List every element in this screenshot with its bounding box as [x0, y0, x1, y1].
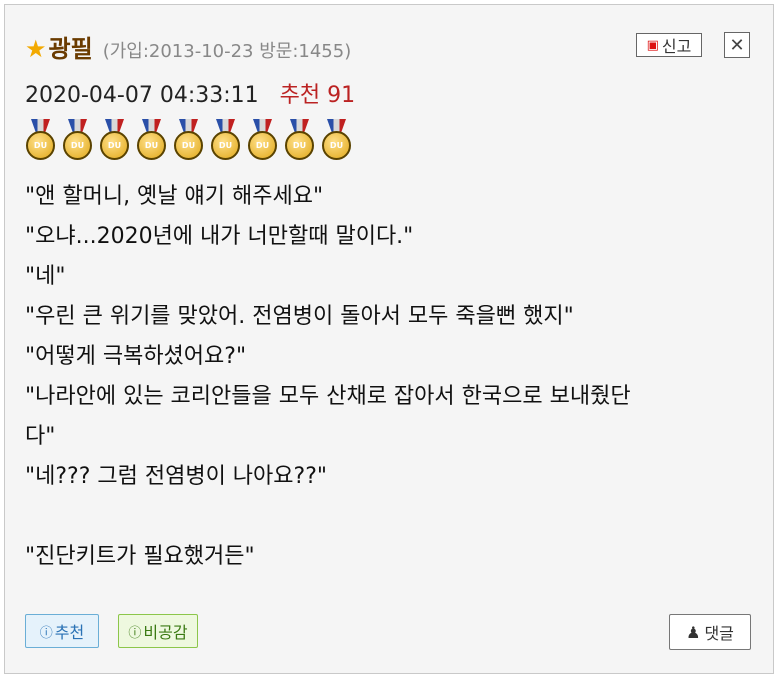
recommend-count: 추천 91 — [279, 83, 356, 108]
comment-line: "진단키트가 필요했거든" — [25, 544, 255, 569]
medal-icon: DU — [210, 119, 241, 163]
author-header: ★ 광필 (가입:2013-10-23 방문:1455) — [25, 29, 351, 63]
comment-line: 다" — [25, 424, 56, 449]
comment-body: "앤 할머니, 옛날 얘기 해주세요" "오냐...2020년에 내가 너만할때 … — [25, 177, 755, 577]
close-button[interactable]: ✕ — [724, 32, 750, 58]
info-circle-icon: ⓘ — [39, 625, 53, 641]
medal-row: DU DU DU DU DU DU DU DU DU — [25, 119, 352, 163]
medal-icon: DU — [173, 119, 204, 163]
author-nickname[interactable]: 광필 — [49, 29, 93, 64]
post-dateline: 2020-04-07 04:33:11 추천 91 — [25, 77, 355, 109]
lock-icon: ▣ — [646, 37, 659, 53]
comment-line — [25, 497, 755, 537]
disagree-label: 비공감 — [143, 623, 188, 642]
person-icon: ♟ — [686, 622, 701, 642]
comment-button[interactable]: ♟ 댓글 — [669, 614, 751, 650]
comment-line: "네" — [25, 264, 66, 289]
author-meta: (가입:2013-10-23 방문:1455) — [102, 41, 352, 62]
info-circle-icon: ⓘ — [128, 625, 142, 641]
report-label: 신고 — [661, 37, 692, 56]
comment-line: "오냐...2020년에 내가 너만할때 말이다." — [25, 224, 414, 249]
recommend-label: 추천 — [54, 623, 85, 642]
medal-icon: DU — [99, 119, 130, 163]
post-datetime: 2020-04-07 04:33:11 — [25, 83, 259, 108]
recommend-button[interactable]: ⓘ 추천 — [25, 614, 99, 648]
close-icon: ✕ — [729, 34, 745, 56]
comment-line: "우린 큰 위기를 맞았어. 전염병이 돌아서 모두 죽을뻔 했지" — [25, 304, 574, 329]
medal-icon: DU — [321, 119, 352, 163]
medal-icon: DU — [284, 119, 315, 163]
medal-icon: DU — [62, 119, 93, 163]
medal-icon: DU — [247, 119, 278, 163]
comment-card: ★ 광필 (가입:2013-10-23 방문:1455) ▣ 신고 ✕ 2020… — [4, 4, 774, 674]
comment-label: 댓글 — [704, 624, 734, 643]
comment-line: "어떻게 극복하셨어요?" — [25, 344, 247, 369]
comment-line: "네??? 그럼 전염병이 나아요??" — [25, 464, 328, 489]
disagree-button[interactable]: ⓘ 비공감 — [118, 614, 198, 648]
report-button[interactable]: ▣ 신고 — [636, 33, 702, 57]
star-icon: ★ — [25, 35, 47, 63]
comment-line: "앤 할머니, 옛날 얘기 해주세요" — [25, 184, 324, 209]
medal-icon: DU — [136, 119, 167, 163]
medal-icon: DU — [25, 119, 56, 163]
comment-line: "나라안에 있는 코리안들을 모두 산채로 잡아서 한국으로 보내줬단 — [25, 384, 631, 409]
